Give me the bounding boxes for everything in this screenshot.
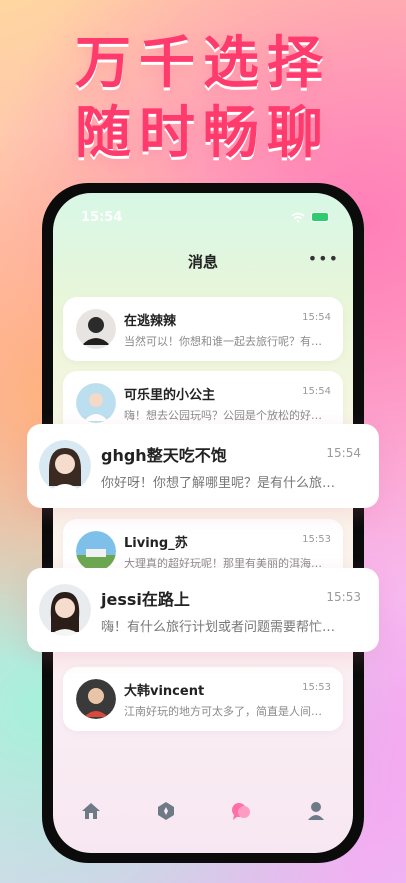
avatar: [76, 383, 116, 423]
status-bar: 15:54: [81, 207, 329, 227]
conversation-time: 15:54: [302, 312, 331, 323]
phone-screen: 15:54 消息 ••• 在逃辣辣 15:54 当然可以！你想和谁一起去旅行呢？…: [53, 193, 353, 853]
profile-icon: [307, 802, 324, 820]
conversation-time: 15:54: [302, 386, 331, 397]
conversation-preview: 当然可以！你想和谁一起去旅行呢？有…: [124, 335, 322, 348]
tab-messages[interactable]: [227, 797, 255, 825]
messages-icon: [231, 803, 250, 820]
conversation-name: 在逃辣辣: [124, 314, 177, 329]
conversation-time: 15:53: [302, 682, 331, 693]
bottom-tab-bar: [53, 791, 353, 831]
conversation-item[interactable]: 大韩vincent 15:53 江南好玩的地方可太多了，简直是人间…: [63, 667, 343, 731]
phone-frame: 15:54 消息 ••• 在逃辣辣 15:54 当然可以！你想和谁一起去旅行呢？…: [42, 183, 364, 863]
tab-discover[interactable]: [152, 797, 180, 825]
tab-home[interactable]: [77, 797, 105, 825]
avatar: [76, 309, 116, 349]
conversation-time: 15:54: [326, 446, 361, 460]
conversation-item-highlighted[interactable]: jessi在路上 15:53 嗨！有什么旅行计划或者问题需要帮忙…: [27, 568, 379, 652]
avatar: [39, 440, 91, 492]
promo-headline-line1: 万千选择: [75, 31, 331, 96]
conversation-preview: 江南好玩的地方可太多了，简直是人间…: [124, 705, 322, 718]
conversation-preview: 你好呀！你想了解哪里呢？是有什么旅…: [101, 476, 336, 491]
conversation-name: 大韩vincent: [124, 684, 205, 699]
avatar: [76, 531, 116, 571]
battery-icon: [311, 212, 329, 222]
wifi-icon: [291, 212, 305, 222]
conversation-time: 15:53: [302, 534, 331, 545]
home-icon: [81, 803, 100, 819]
conversation-item[interactable]: 在逃辣辣 15:54 当然可以！你想和谁一起去旅行呢？有…: [63, 297, 343, 361]
status-time: 15:54: [81, 209, 123, 225]
conversation-name: jessi在路上: [101, 590, 190, 609]
promo-headline-line2: 随时畅聊: [75, 101, 331, 166]
conversation-preview: 嗨！有什么旅行计划或者问题需要帮忙…: [101, 620, 336, 635]
conversation-preview: 嗨！想去公园玩吗？公园是个放松的好…: [124, 409, 322, 422]
avatar: [76, 679, 116, 719]
avatar: [39, 584, 91, 636]
more-options-icon[interactable]: •••: [308, 249, 339, 268]
conversation-name: ghgh整天吃不饱: [101, 446, 227, 465]
tab-profile[interactable]: [302, 797, 330, 825]
conversation-name: 可乐里的小公主: [124, 388, 216, 403]
conversation-item-highlighted[interactable]: ghgh整天吃不饱 15:54 你好呀！你想了解哪里呢？是有什么旅…: [27, 424, 379, 508]
conversation-time: 15:53: [326, 590, 361, 604]
conversation-name: Living_苏: [124, 536, 188, 551]
discover-icon: [157, 802, 174, 820]
